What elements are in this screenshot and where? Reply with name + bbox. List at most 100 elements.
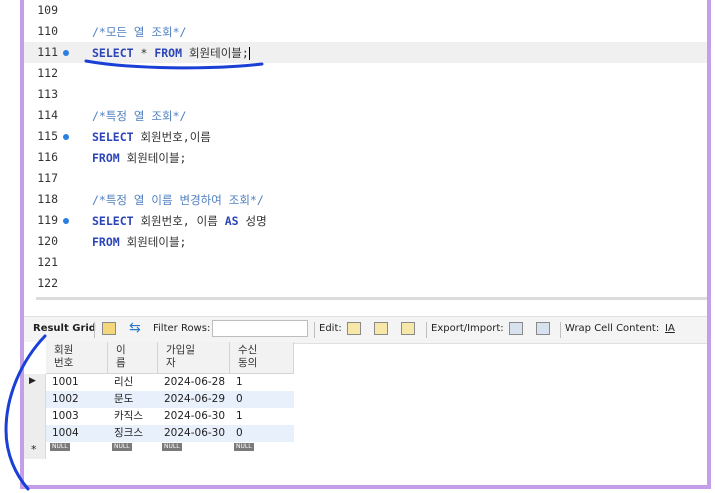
- sql-keyword: FROM: [92, 151, 120, 165]
- row-header[interactable]: [24, 391, 46, 408]
- column-header[interactable]: 가입일 자: [158, 342, 230, 374]
- column-header[interactable]: 이 름: [108, 342, 158, 374]
- table-cell[interactable]: 1: [230, 374, 294, 391]
- filter-rows-input[interactable]: [212, 320, 308, 337]
- editor-line[interactable]: 113: [24, 84, 707, 105]
- editor-line[interactable]: 114 /*특정 열 조회*/: [24, 105, 707, 126]
- result-toolbar: Result Grid ⇆ Filter Rows: Edit: Export/…: [24, 316, 707, 344]
- export-import-label: Export/Import:: [431, 323, 504, 334]
- refresh-icon[interactable]: ⇆: [129, 320, 141, 336]
- sql-text: /*특정 열 조회*/: [92, 109, 187, 123]
- table-cell[interactable]: 문도: [108, 391, 158, 408]
- sql-keyword: SELECT: [92, 130, 134, 144]
- sql-keyword: SELECT: [92, 214, 134, 228]
- table-cell[interactable]: 1002: [46, 391, 108, 408]
- editor-line[interactable]: 118 /*특정 열 이름 변경하여 조회*/: [24, 189, 707, 210]
- workbench-frame: 109 110/*모든 열 조회*/111 SELECT * FROM 회원테이블;…: [20, 0, 711, 489]
- editor-line[interactable]: 120 FROM 회원테이블;: [24, 231, 707, 252]
- editor-line[interactable]: 110 /*모든 열 조회*/: [24, 21, 707, 42]
- table-cell[interactable]: 1001: [46, 374, 108, 391]
- import-icon[interactable]: [536, 322, 550, 335]
- table-cell[interactable]: 1: [230, 408, 294, 425]
- null-badge[interactable]: NULL: [50, 443, 70, 451]
- statement-marker-icon[interactable]: [63, 50, 69, 56]
- editor-line[interactable]: 112: [24, 63, 707, 84]
- sql-comment: /*특정 열 조회*/: [92, 108, 186, 124]
- grid-view-icon[interactable]: [102, 322, 116, 335]
- new-row-header[interactable]: *: [24, 442, 46, 459]
- toolbar-separator: [314, 322, 315, 338]
- sql-keyword: AS: [224, 214, 239, 228]
- editor-line[interactable]: 121: [24, 252, 707, 273]
- panel-splitter[interactable]: [36, 297, 707, 300]
- table-cell[interactable]: 리신: [108, 374, 158, 391]
- editor-line[interactable]: 116 FROM 회원테이블;: [24, 147, 707, 168]
- editor-line[interactable]: 122: [24, 273, 707, 294]
- edit-row-icon[interactable]: [347, 322, 361, 335]
- add-row-icon[interactable]: [374, 322, 388, 335]
- new-row-marker: *: [31, 443, 37, 456]
- line-number: 112: [37, 66, 58, 80]
- toolbar-separator: [560, 322, 561, 338]
- sql-statement: SELECT 회원번호,이름: [92, 129, 211, 145]
- statement-marker-icon[interactable]: [63, 134, 69, 140]
- text-caret: [248, 47, 250, 60]
- table-cell[interactable]: 2024-06-28: [158, 374, 230, 391]
- sql-keyword: SELECT: [92, 46, 134, 60]
- editor-line[interactable]: 109: [24, 0, 707, 21]
- sql-statement: FROM 회원테이블;: [92, 234, 186, 250]
- null-badge[interactable]: NULL: [234, 443, 254, 451]
- line-number: 121: [37, 255, 58, 269]
- statement-marker-icon[interactable]: [63, 218, 69, 224]
- column-header[interactable]: 회원 번호: [46, 342, 108, 374]
- sql-text: /*모든 열 조회*/: [92, 25, 187, 39]
- editor-line[interactable]: 111 SELECT * FROM 회원테이블;: [24, 42, 707, 63]
- sql-editor[interactable]: 109 110 /*모든 열 조회*/ 111 SELECT * FROM 회원테이블;…: [24, 0, 707, 295]
- sql-text: *: [133, 46, 155, 60]
- sql-keyword: FROM: [154, 46, 183, 60]
- editor-line[interactable]: 115 SELECT 회원번호,이름: [24, 126, 707, 147]
- table-cell[interactable]: 2024-06-30: [158, 425, 230, 442]
- null-badge[interactable]: NULL: [112, 443, 132, 451]
- table-cell[interactable]: 0: [230, 425, 294, 442]
- table-cell[interactable]: 1004: [46, 425, 108, 442]
- table-cell[interactable]: 2024-06-29: [158, 391, 230, 408]
- sql-statement: FROM 회원테이블;: [92, 150, 186, 166]
- toolbar-separator: [426, 322, 427, 338]
- row-header[interactable]: [24, 425, 46, 442]
- sql-statement: SELECT 회원번호, 이름 AS 성명: [92, 213, 267, 229]
- toolbar-separator: [94, 322, 95, 338]
- table-cell[interactable]: 2024-06-30: [158, 408, 230, 425]
- line-number: 117: [37, 171, 58, 185]
- grid-corner: [24, 342, 46, 374]
- export-icon[interactable]: [509, 322, 523, 335]
- row-header[interactable]: [24, 408, 46, 425]
- table-cell[interactable]: 1003: [46, 408, 108, 425]
- table-cell[interactable]: 0: [230, 391, 294, 408]
- row-header[interactable]: ▶: [24, 374, 46, 391]
- result-grid-tab[interactable]: Result Grid: [33, 323, 96, 334]
- sql-text: 회원번호, 이름: [133, 214, 225, 228]
- line-number: 110: [37, 24, 58, 38]
- sql-text: /*특정 열 이름 변경하여 조회*/: [92, 193, 264, 207]
- line-number: 120: [37, 234, 58, 248]
- table-cell[interactable]: 징크스: [108, 425, 158, 442]
- table-cell[interactable]: 카직스: [108, 408, 158, 425]
- sql-text: 회원테이블;: [119, 235, 187, 249]
- delete-row-icon[interactable]: [401, 322, 415, 335]
- editor-line[interactable]: 117: [24, 168, 707, 189]
- wrap-cell-icon[interactable]: IA: [665, 323, 675, 334]
- line-number: 114: [37, 108, 58, 122]
- null-badge[interactable]: NULL: [162, 443, 182, 451]
- current-row-arrow-icon: ▶: [29, 376, 36, 386]
- sql-comment: /*특정 열 이름 변경하여 조회*/: [92, 192, 264, 208]
- line-number: 109: [37, 3, 58, 17]
- line-number: 118: [37, 192, 58, 206]
- line-number: 113: [37, 87, 58, 101]
- column-header[interactable]: 수신 동의: [230, 342, 294, 374]
- line-number: 122: [37, 276, 58, 290]
- sql-text: 회원테이블;: [182, 46, 249, 60]
- line-number: 119: [37, 213, 58, 227]
- sql-comment: /*모든 열 조회*/: [92, 24, 186, 40]
- editor-line[interactable]: 119 SELECT 회원번호, 이름 AS 성명: [24, 210, 707, 231]
